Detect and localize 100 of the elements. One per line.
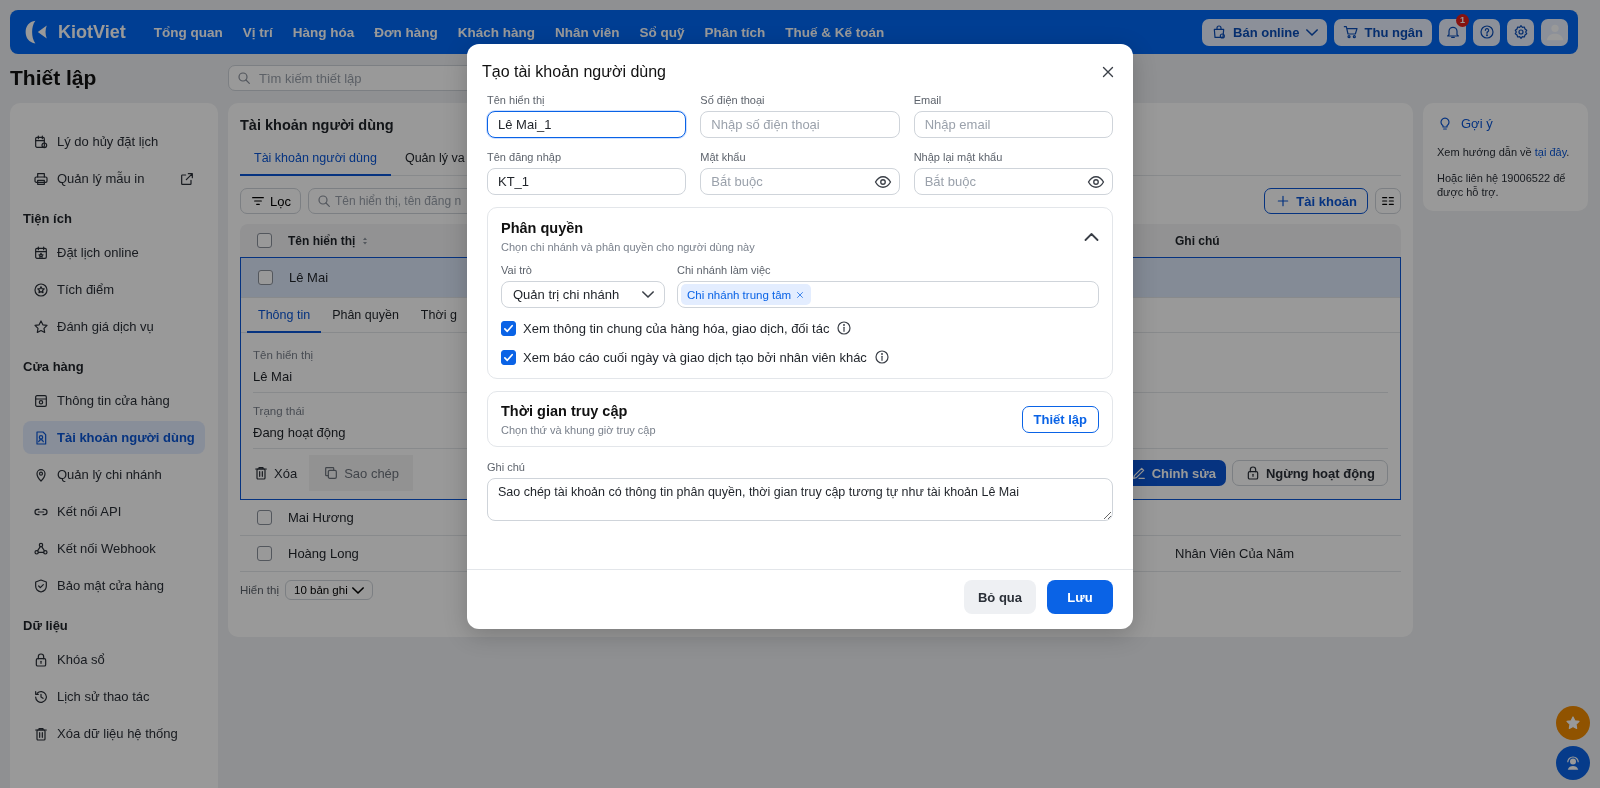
page-size-label: Hiển thị (240, 584, 279, 596)
section-title: Tài khoản người dùng (240, 117, 394, 133)
delete-button[interactable]: Xóa (247, 455, 304, 491)
section-heading: Tiện ích (23, 210, 73, 228)
field-label: Email (913, 94, 943, 106)
sidebar-item[interactable]: Kết nối Webhook (23, 532, 205, 565)
collapse-button[interactable] (1084, 232, 1099, 241)
settings-button[interactable] (1507, 18, 1534, 46)
store-icon (33, 392, 49, 409)
tag-label: Chi nhánh trung tâm (687, 288, 792, 301)
section-heading: Dữ liệu (23, 617, 69, 635)
sidebar-item[interactable]: Lý do hủy đặt lịch (23, 125, 205, 158)
help-button[interactable] (1473, 18, 1500, 46)
support-agent-icon (1564, 754, 1582, 772)
nav-menu-item[interactable]: Sổ quỹ (639, 24, 685, 40)
field-label: Mật khẩu (700, 151, 747, 163)
nav-menu-item[interactable]: Vị trí (242, 24, 273, 40)
trash-icon (33, 725, 49, 742)
nav-menu-item[interactable]: Đơn hàng (374, 24, 438, 40)
sidebar-item[interactable]: Quản lý chi nhánh (23, 458, 205, 491)
row-checkbox[interactable] (256, 546, 272, 561)
tab[interactable]: Phân quyền (321, 308, 410, 333)
sidebar-item[interactable]: Đánh giá dịch vụ (23, 310, 205, 343)
cashier-button[interactable]: Thu ngân (1333, 18, 1432, 46)
remove-tag-button[interactable] (795, 289, 806, 300)
nav-menu-item[interactable]: Khách hàng (457, 24, 536, 40)
sidebar-item[interactable]: Thông tin cửa hàng (23, 384, 205, 417)
info-icon (873, 349, 890, 365)
setup-button[interactable]: Thiết lập (1021, 406, 1099, 433)
table-cell-text: Mai Hương (288, 510, 355, 525)
field-label: Nhập lại mật khẩu (913, 151, 1004, 163)
avatar-button[interactable] (1541, 18, 1568, 46)
deactivate-button[interactable]: Ngừng hoạt động (1231, 460, 1388, 486)
field-label: Chi nhánh làm việc (677, 264, 772, 276)
nav-menu-item[interactable]: Hàng hóa (292, 24, 355, 40)
page-size-dropdown[interactable]: 10 bản ghi (285, 580, 373, 600)
history-icon (33, 688, 49, 705)
printer-icon (33, 170, 49, 187)
role-dropdown[interactable]: Quản trị chi nhánh (501, 281, 665, 308)
sidebar-item[interactable]: Đặt lịch online (23, 236, 205, 269)
nav-menu-item[interactable]: Tổng quan (153, 24, 223, 40)
sidebar-item[interactable]: Kết nối API (23, 495, 205, 528)
copy-button[interactable]: Sao chép (309, 455, 414, 491)
calendar-icon (33, 133, 49, 150)
sidebar-item[interactable]: Tích điểm (23, 273, 205, 306)
card-subtitle: Chọn chi nhánh và phân quyền cho người dùng này (501, 241, 755, 253)
text-field[interactable]: Lê Mai_1 (487, 111, 687, 138)
password-field[interactable]: Bắt buộc (913, 168, 1113, 195)
text-field[interactable]: KT_1 (487, 168, 687, 195)
tab[interactable]: Thông tin (247, 308, 322, 333)
dialog-title: Tạo tài khoản người dùng (482, 62, 666, 81)
nav-menu-item[interactable]: Phân tích (704, 24, 766, 40)
favorite-button[interactable] (1556, 706, 1590, 740)
star-icon (33, 318, 49, 335)
column-settings-button[interactable] (1375, 188, 1401, 214)
chevron-down-icon (642, 291, 654, 298)
hint-text: Xem hướng dẫn về tại đây. (1437, 145, 1571, 159)
support-button[interactable] (1556, 746, 1590, 780)
nav-menu-item[interactable]: Thuế & Kế toán (785, 24, 885, 40)
logo-text[interactable]: KiotViet (58, 21, 126, 43)
cart-icon (1342, 24, 1359, 40)
password-field[interactable]: Bắt buộc (700, 168, 900, 195)
card-subtitle: Chọn thứ và khung giờ truy cập (501, 424, 656, 436)
online-sales-button[interactable]: Bán online (1202, 18, 1327, 46)
sidebar-item[interactable]: Lịch sử thao tác (23, 680, 205, 713)
text-field[interactable]: Nhập số điện thoại (700, 111, 900, 138)
text-field[interactable]: Nhập email (913, 111, 1113, 138)
help-icon (1478, 24, 1495, 40)
webhook-icon (33, 540, 49, 557)
eye-icon (873, 173, 892, 191)
sidebar-item[interactable]: Khóa sổ (23, 643, 205, 676)
star-icon (1565, 715, 1581, 731)
sidebar-item[interactable]: Xóa dữ liệu hệ thống (23, 717, 205, 750)
hint-title: Gợi ý (1461, 115, 1493, 131)
nav-menu-item[interactable]: Nhân viên (555, 24, 620, 40)
sidebar-item[interactable]: Quản lý mẫu in (23, 162, 205, 195)
note-field[interactable]: Sao chép tài khoản có thông tin phân quyền, thời gian truy cập tương tự như tài khoản Lê Mai (487, 478, 1113, 521)
checkbox[interactable] (501, 349, 516, 365)
save-button[interactable]: Lưu (1047, 580, 1113, 614)
checkbox[interactable] (501, 320, 516, 336)
select-all-checkbox[interactable] (256, 233, 272, 248)
eye-icon (1087, 173, 1105, 191)
info-icon (836, 320, 853, 336)
sidebar-item[interactable]: Tài khoản người dùng (23, 421, 205, 454)
field-label: Tên hiển thị (253, 349, 314, 361)
row-checkbox[interactable] (256, 510, 272, 525)
lock-icon (33, 651, 49, 668)
add-account-button[interactable]: Tài khoản (1264, 188, 1368, 214)
field-label: Tên hiển thị (487, 94, 546, 106)
column-header: Ghi chú (1175, 233, 1221, 248)
card-title: Thời gian truy cập (501, 403, 629, 419)
cancel-button[interactable]: Bỏ qua (963, 580, 1036, 614)
tab[interactable]: Thời g (409, 308, 468, 333)
branch-select-field[interactable]: Chi nhánh trung tâm (677, 281, 1099, 308)
sidebar-item[interactable]: Bảo mật cửa hàng (23, 569, 205, 602)
option-label: Xem báo cáo cuối ngày và giao dịch tạo bởi nhân viên khác (523, 349, 867, 365)
tab[interactable]: Tài khoản người dùng (240, 151, 391, 176)
copy-icon (323, 465, 340, 481)
filter-button[interactable]: Lọc (240, 188, 301, 214)
row-checkbox[interactable] (257, 270, 273, 285)
